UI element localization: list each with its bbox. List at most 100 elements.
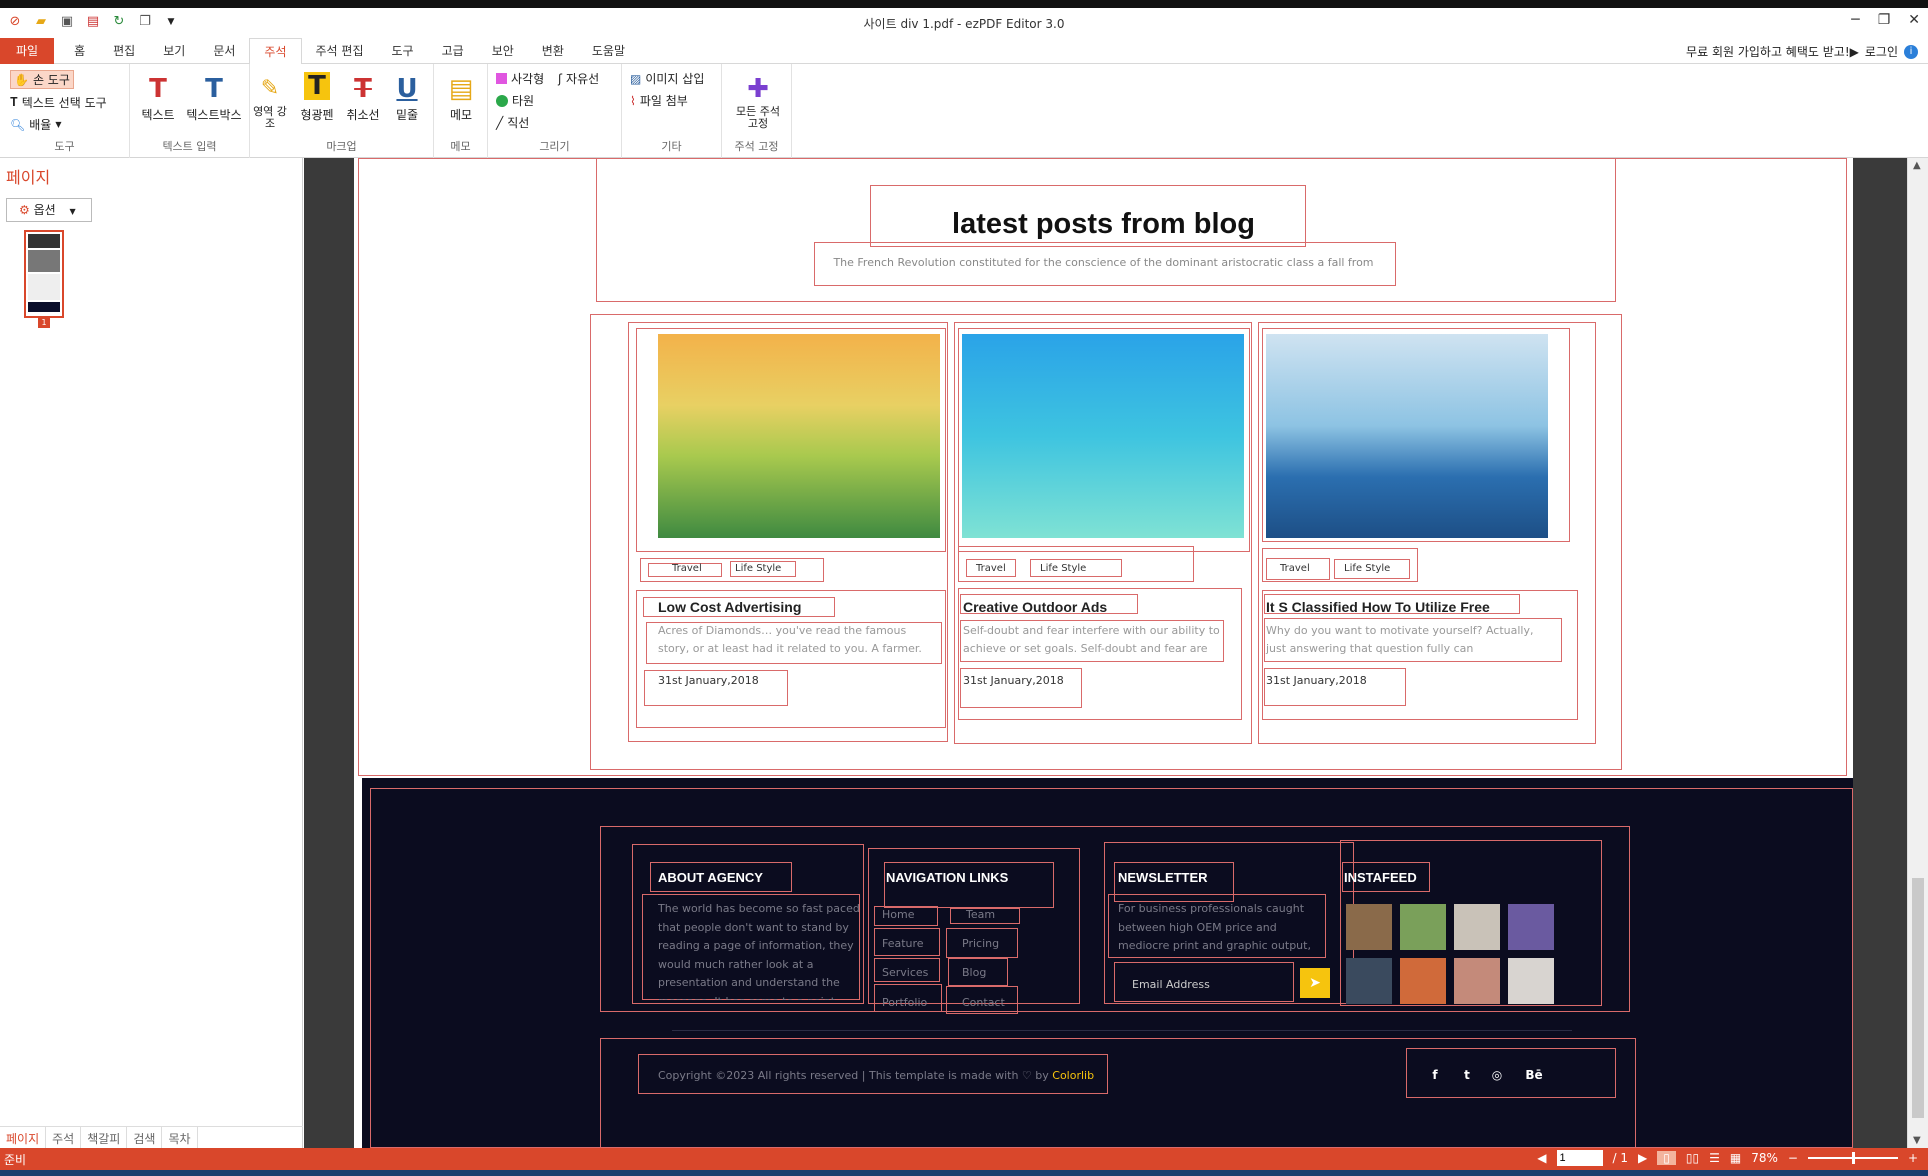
nav-link-team[interactable]: Team: [966, 908, 995, 921]
card-tag-travel[interactable]: Travel: [976, 563, 1006, 574]
card-title-1[interactable]: Low Cost Advertising: [658, 599, 801, 615]
nav-link-portfolio[interactable]: Portfolio: [882, 996, 927, 1009]
instafeed-photo[interactable]: [1346, 958, 1392, 1004]
nav-link-services[interactable]: Services: [882, 966, 928, 979]
single-page-view-icon[interactable]: ▯: [1657, 1151, 1676, 1165]
sidebar-tab-annotations[interactable]: 주석: [46, 1127, 82, 1148]
document-viewer[interactable]: latest posts from blog The French Revolu…: [304, 158, 1907, 1148]
card-tag-travel[interactable]: Travel: [672, 563, 702, 574]
card-tag-lifestyle[interactable]: Life Style: [1344, 563, 1390, 574]
insert-image-button[interactable]: ▨ 이미지 삽입: [630, 70, 704, 87]
login-link[interactable]: 로그인: [1865, 43, 1898, 60]
freehand-button[interactable]: ʃ 자유선: [558, 70, 599, 87]
zoom-tool-button[interactable]: 🔍︎ 배율 ▼: [10, 116, 61, 133]
page-thumbnail[interactable]: [24, 230, 64, 318]
textbox-button[interactable]: T 텍스트박스: [182, 72, 246, 123]
vertical-scrollbar[interactable]: ▲ ▼: [1907, 158, 1928, 1148]
behance-icon[interactable]: Bē: [1516, 1062, 1552, 1088]
card-image-1[interactable]: [658, 334, 940, 538]
sidebar-tab-bookmarks[interactable]: 책갈피: [81, 1127, 128, 1148]
hand-tool-button[interactable]: ✋ 손 도구: [10, 70, 74, 89]
group-label-markup: 마크업: [326, 140, 357, 153]
strikethrough-button[interactable]: T 취소선: [342, 72, 384, 123]
options-button[interactable]: ⚙ 옵션 ▼: [6, 198, 92, 222]
card-tag-lifestyle[interactable]: Life Style: [1040, 563, 1086, 574]
instafeed-photo[interactable]: [1454, 904, 1500, 950]
card-tag-travel[interactable]: Travel: [1280, 563, 1310, 574]
scrollbar-thumb[interactable]: [1912, 878, 1924, 1118]
card-title-2[interactable]: Creative Outdoor Ads: [963, 599, 1107, 615]
underline-button[interactable]: U 밑줄: [386, 72, 428, 123]
highlighter-button[interactable]: T 형광펜: [296, 72, 338, 123]
zoom-out-icon[interactable]: −: [1788, 1151, 1798, 1165]
zoom-in-icon[interactable]: +: [1908, 1151, 1918, 1165]
zoom-slider[interactable]: [1807, 1152, 1898, 1164]
textbox-icon: T: [205, 74, 223, 104]
group-label-text-input: 텍스트 입력: [162, 140, 217, 153]
page-number-input[interactable]: [1556, 1150, 1603, 1166]
card-title-3[interactable]: It S Classified How To Utilize Free: [1266, 599, 1490, 615]
instafeed-photo[interactable]: [1400, 958, 1446, 1004]
scroll-down-icon[interactable]: ▼: [1913, 1135, 1921, 1146]
rectangle-button[interactable]: 사각형: [496, 70, 544, 87]
continuous-view-icon[interactable]: ☰: [1709, 1151, 1720, 1165]
tab-security[interactable]: 보안: [478, 38, 528, 64]
sidebar-tab-toc[interactable]: 목차: [162, 1127, 198, 1148]
instafeed-photo[interactable]: [1346, 904, 1392, 950]
prev-page-icon[interactable]: ◀: [1537, 1151, 1546, 1165]
email-field[interactable]: Email Address: [1132, 978, 1210, 991]
fix-all-annotations-button[interactable]: ✚ 모든 주석 고정: [730, 72, 786, 130]
tab-home[interactable]: 홈: [60, 38, 99, 64]
tab-tools[interactable]: 도구: [378, 38, 428, 64]
nav-link-home[interactable]: Home: [882, 908, 914, 921]
tab-annotation[interactable]: 주석: [249, 38, 302, 65]
nav-link-blog[interactable]: Blog: [962, 966, 986, 979]
tab-view[interactable]: 보기: [149, 38, 199, 64]
nav-link-feature[interactable]: Feature: [882, 937, 924, 950]
newsletter-submit-button[interactable]: ➤: [1300, 968, 1330, 998]
close-button[interactable]: ✕: [1908, 12, 1920, 28]
tab-file[interactable]: 파일: [0, 38, 55, 64]
info-icon[interactable]: i: [1904, 44, 1918, 59]
nav-link-contact[interactable]: Contact: [962, 996, 1005, 1009]
restore-button[interactable]: ❐: [1878, 12, 1891, 28]
instafeed-photo[interactable]: [1508, 904, 1554, 950]
card-image-3[interactable]: [1266, 334, 1548, 538]
colorlib-link[interactable]: Colorlib: [1052, 1069, 1094, 1082]
tab-help[interactable]: 도움말: [578, 38, 639, 64]
minimize-button[interactable]: ─: [1851, 12, 1859, 28]
next-page-icon[interactable]: ▶: [1638, 1151, 1647, 1165]
tab-advanced[interactable]: 고급: [428, 38, 478, 64]
scroll-up-icon[interactable]: ▲: [1913, 160, 1921, 171]
twitter-icon[interactable]: t: [1454, 1062, 1480, 1088]
sidebar-tab-pages[interactable]: 페이지: [0, 1127, 47, 1148]
two-page-view-icon[interactable]: ▯▯: [1686, 1151, 1699, 1165]
tab-edit[interactable]: 편집: [99, 38, 149, 64]
card-body-3: Why do you want to motivate yourself? Ac…: [1266, 624, 1534, 655]
area-highlight-button[interactable]: ✎ 영역 강조: [252, 72, 288, 130]
text-select-tool-button[interactable]: 𝐓 텍스트 선택 도구: [10, 94, 107, 111]
instafeed-photo[interactable]: [1400, 904, 1446, 950]
text-cursor-icon: 𝐓: [10, 95, 18, 109]
grid-view-icon[interactable]: ▦: [1730, 1151, 1741, 1165]
tab-convert[interactable]: 변환: [528, 38, 578, 64]
sidebar-tab-search[interactable]: 검색: [127, 1127, 163, 1148]
sidebar-title: 페이지: [6, 168, 51, 187]
instafeed-photo[interactable]: [1508, 958, 1554, 1004]
nav-link-pricing[interactable]: Pricing: [962, 937, 999, 950]
instafeed-photo[interactable]: [1454, 958, 1500, 1004]
facebook-icon[interactable]: f: [1422, 1062, 1448, 1088]
tab-annotation-edit[interactable]: 주석 편집: [302, 38, 378, 64]
dribbble-icon[interactable]: ◎: [1484, 1062, 1510, 1088]
tab-document[interactable]: 문서: [199, 38, 249, 64]
attach-file-button[interactable]: ⌇ 파일 첨부: [630, 92, 688, 109]
text-button[interactable]: T 텍스트: [134, 72, 182, 123]
line-button[interactable]: ╱ 직선: [496, 114, 529, 131]
card-image-2[interactable]: [962, 334, 1244, 538]
card-tag-lifestyle[interactable]: Life Style: [735, 563, 781, 574]
group-memo: ▤ 메모 메모: [434, 64, 488, 158]
promo-link[interactable]: 무료 회원 가입하고 혜택도 받고!▶: [1686, 43, 1859, 60]
memo-button[interactable]: ▤ 메모: [437, 72, 485, 123]
ellipse-button[interactable]: 타원: [496, 92, 534, 109]
zoom-level[interactable]: 78%: [1751, 1151, 1778, 1165]
